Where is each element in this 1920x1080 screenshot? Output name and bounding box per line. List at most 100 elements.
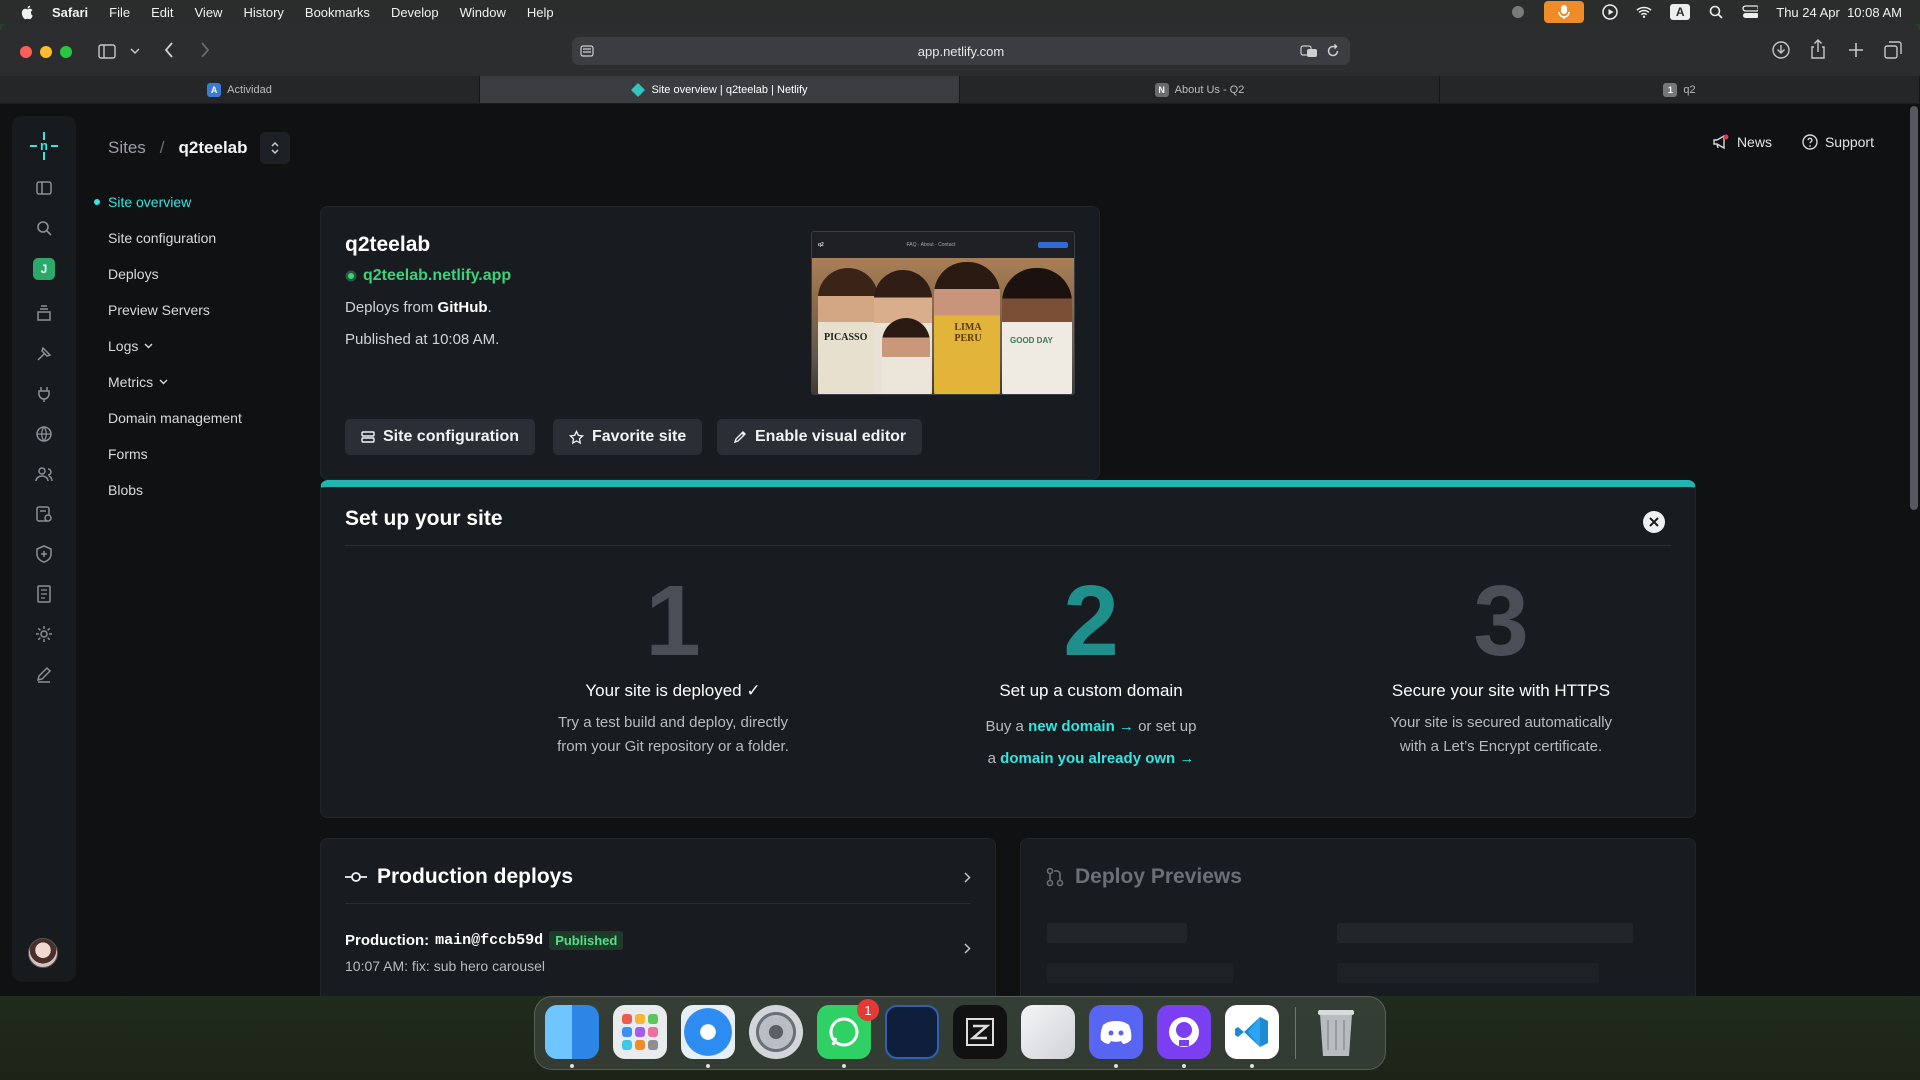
nav-logs[interactable]: Logs bbox=[92, 328, 292, 364]
control-center-icon[interactable] bbox=[1742, 4, 1759, 20]
site-configuration-button[interactable]: Site configuration bbox=[345, 419, 535, 455]
favorite-site-button[interactable]: Favorite site bbox=[553, 419, 703, 455]
site-screenshot-thumbnail[interactable]: q2 FAQ · About · Contact PICASSO LIMA PE… bbox=[811, 231, 1075, 395]
support-label: Support bbox=[1824, 134, 1874, 150]
chevron-down-icon[interactable] bbox=[130, 48, 140, 55]
nav-deploys[interactable]: Deploys bbox=[92, 256, 292, 292]
menu-window[interactable]: Window bbox=[460, 5, 506, 20]
tab-netlify-site-overview[interactable]: Site overview | q2teelab | Netlify bbox=[480, 76, 960, 103]
menu-file[interactable]: File bbox=[109, 5, 130, 20]
apple-icon[interactable] bbox=[20, 4, 36, 20]
members-icon[interactable] bbox=[34, 464, 54, 484]
news-button[interactable]: News bbox=[1712, 134, 1772, 150]
deploy-previews-header[interactable]: Deploy Previews bbox=[1045, 865, 1242, 889]
page-settings-icon[interactable] bbox=[580, 45, 594, 57]
settings-gear-icon[interactable] bbox=[34, 624, 54, 644]
new-domain-link[interactable]: new domain → bbox=[1028, 718, 1134, 735]
thumbnail-navbar: q2 FAQ · About · Contact bbox=[812, 232, 1074, 258]
discord-glyph-icon bbox=[1100, 1021, 1132, 1044]
builds-hammer-icon[interactable] bbox=[34, 344, 54, 364]
dock-remote-desktop-icon[interactable] bbox=[885, 1005, 939, 1059]
dock-vscode-icon[interactable] bbox=[1225, 1005, 1279, 1059]
dock-trash-icon[interactable] bbox=[1309, 1005, 1363, 1059]
menu-view[interactable]: View bbox=[195, 5, 223, 20]
support-button[interactable]: Support bbox=[1802, 134, 1874, 150]
deploy-row[interactable]: Production: main@fccb59d Published 10:07… bbox=[345, 931, 971, 974]
menu-help[interactable]: Help bbox=[527, 5, 554, 20]
nav-forms[interactable]: Forms bbox=[92, 436, 292, 472]
nav-site-configuration[interactable]: Site configuration bbox=[92, 220, 292, 256]
record-dot-icon[interactable] bbox=[1510, 4, 1526, 20]
enable-visual-editor-button[interactable]: Enable visual editor bbox=[717, 419, 923, 455]
zoom-window-button[interactable] bbox=[60, 46, 72, 58]
dock-system-settings-icon[interactable] bbox=[749, 1005, 803, 1059]
setup-close-button[interactable] bbox=[1643, 511, 1665, 533]
downloads-icon[interactable] bbox=[1772, 41, 1790, 59]
dock-discord-icon[interactable] bbox=[1089, 1005, 1143, 1059]
translate-icon[interactable] bbox=[1300, 45, 1318, 58]
chevron-down-icon bbox=[144, 343, 153, 349]
setup-card: Set up your site 1 Your site is deployed… bbox=[320, 480, 1696, 818]
billing-icon[interactable] bbox=[34, 504, 54, 524]
dock-separator bbox=[1295, 1007, 1296, 1059]
plugins-icon[interactable] bbox=[34, 384, 54, 404]
search-icon[interactable] bbox=[34, 218, 54, 238]
menu-safari[interactable]: Safari bbox=[52, 5, 88, 20]
dock-finder-icon[interactable] bbox=[545, 1005, 599, 1059]
menubar-clock[interactable]: Thu 24 Apr 10:08 AM bbox=[1776, 5, 1902, 20]
netlify-logo-icon[interactable]: n bbox=[28, 130, 60, 162]
existing-domain-link[interactable]: domain you already own → bbox=[1000, 750, 1194, 767]
globe-icon[interactable] bbox=[34, 424, 54, 444]
chevron-down-icon bbox=[159, 379, 168, 385]
logs-book-icon[interactable] bbox=[34, 584, 54, 604]
share-icon[interactable] bbox=[1810, 39, 1826, 59]
menu-edit[interactable]: Edit bbox=[151, 5, 173, 20]
dock-zed-icon[interactable] bbox=[953, 1005, 1007, 1059]
site-url-link[interactable]: q2teelab.netlify.app bbox=[345, 267, 511, 285]
dock-github-desktop-icon[interactable] bbox=[1157, 1005, 1211, 1059]
projects-icon[interactable] bbox=[34, 304, 54, 324]
tab-overview-icon[interactable] bbox=[1884, 41, 1902, 59]
address-bar[interactable]: app.netlify.com bbox=[572, 37, 1350, 65]
nav-blobs[interactable]: Blobs bbox=[92, 472, 292, 508]
nav-domain-management[interactable]: Domain management bbox=[92, 400, 292, 436]
team-avatar[interactable]: J bbox=[33, 258, 55, 280]
menu-bookmarks[interactable]: Bookmarks bbox=[305, 5, 370, 20]
edit-pencil-icon[interactable] bbox=[34, 664, 54, 684]
commit-icon bbox=[345, 872, 367, 882]
tab-actividad[interactable]: A Actividad bbox=[0, 76, 480, 103]
setup-step-3: 3 Secure your site with HTTPS Your site … bbox=[1321, 571, 1681, 759]
forward-icon[interactable] bbox=[200, 42, 210, 58]
close-window-button[interactable] bbox=[20, 46, 32, 58]
input-source-icon[interactable]: A bbox=[1670, 4, 1691, 20]
dock-safari-icon[interactable] bbox=[681, 1005, 735, 1059]
production-deploys-header[interactable]: Production deploys bbox=[345, 865, 971, 889]
whatsapp-badge: 1 bbox=[857, 999, 879, 1021]
nav-metrics[interactable]: Metrics bbox=[92, 364, 292, 400]
spotlight-icon[interactable] bbox=[1708, 4, 1724, 20]
reload-icon[interactable] bbox=[1326, 44, 1340, 58]
sidebar-toggle-icon[interactable] bbox=[98, 44, 116, 59]
loading-skeleton bbox=[1047, 963, 1233, 983]
breadcrumb-site-name[interactable]: q2teelab bbox=[179, 138, 248, 158]
microphone-icon[interactable] bbox=[1544, 1, 1585, 23]
play-icon[interactable] bbox=[1602, 4, 1618, 20]
user-avatar[interactable] bbox=[28, 938, 58, 968]
back-icon[interactable] bbox=[164, 42, 174, 58]
breadcrumb-sites-link[interactable]: Sites bbox=[108, 138, 146, 158]
menu-history[interactable]: History bbox=[243, 5, 283, 20]
nav-preview-servers[interactable]: Preview Servers bbox=[92, 292, 292, 328]
site-switcher-button[interactable] bbox=[259, 132, 290, 164]
sidebar-panel-icon[interactable] bbox=[34, 178, 54, 198]
page-scrollbar[interactable] bbox=[1910, 106, 1918, 510]
nav-site-overview[interactable]: Site overview bbox=[92, 184, 292, 220]
menu-develop[interactable]: Develop bbox=[391, 5, 439, 20]
minimize-window-button[interactable] bbox=[40, 46, 52, 58]
dock-iphone-mirroring-icon[interactable] bbox=[1021, 1005, 1075, 1059]
tab-q2[interactable]: 1 q2 bbox=[1440, 76, 1920, 103]
tab-about-us[interactable]: N About Us - Q2 bbox=[960, 76, 1440, 103]
security-shield-icon[interactable] bbox=[34, 544, 54, 564]
wifi-icon[interactable] bbox=[1636, 4, 1652, 20]
dock-launchpad-icon[interactable] bbox=[613, 1005, 667, 1059]
new-tab-icon[interactable] bbox=[1848, 42, 1864, 58]
